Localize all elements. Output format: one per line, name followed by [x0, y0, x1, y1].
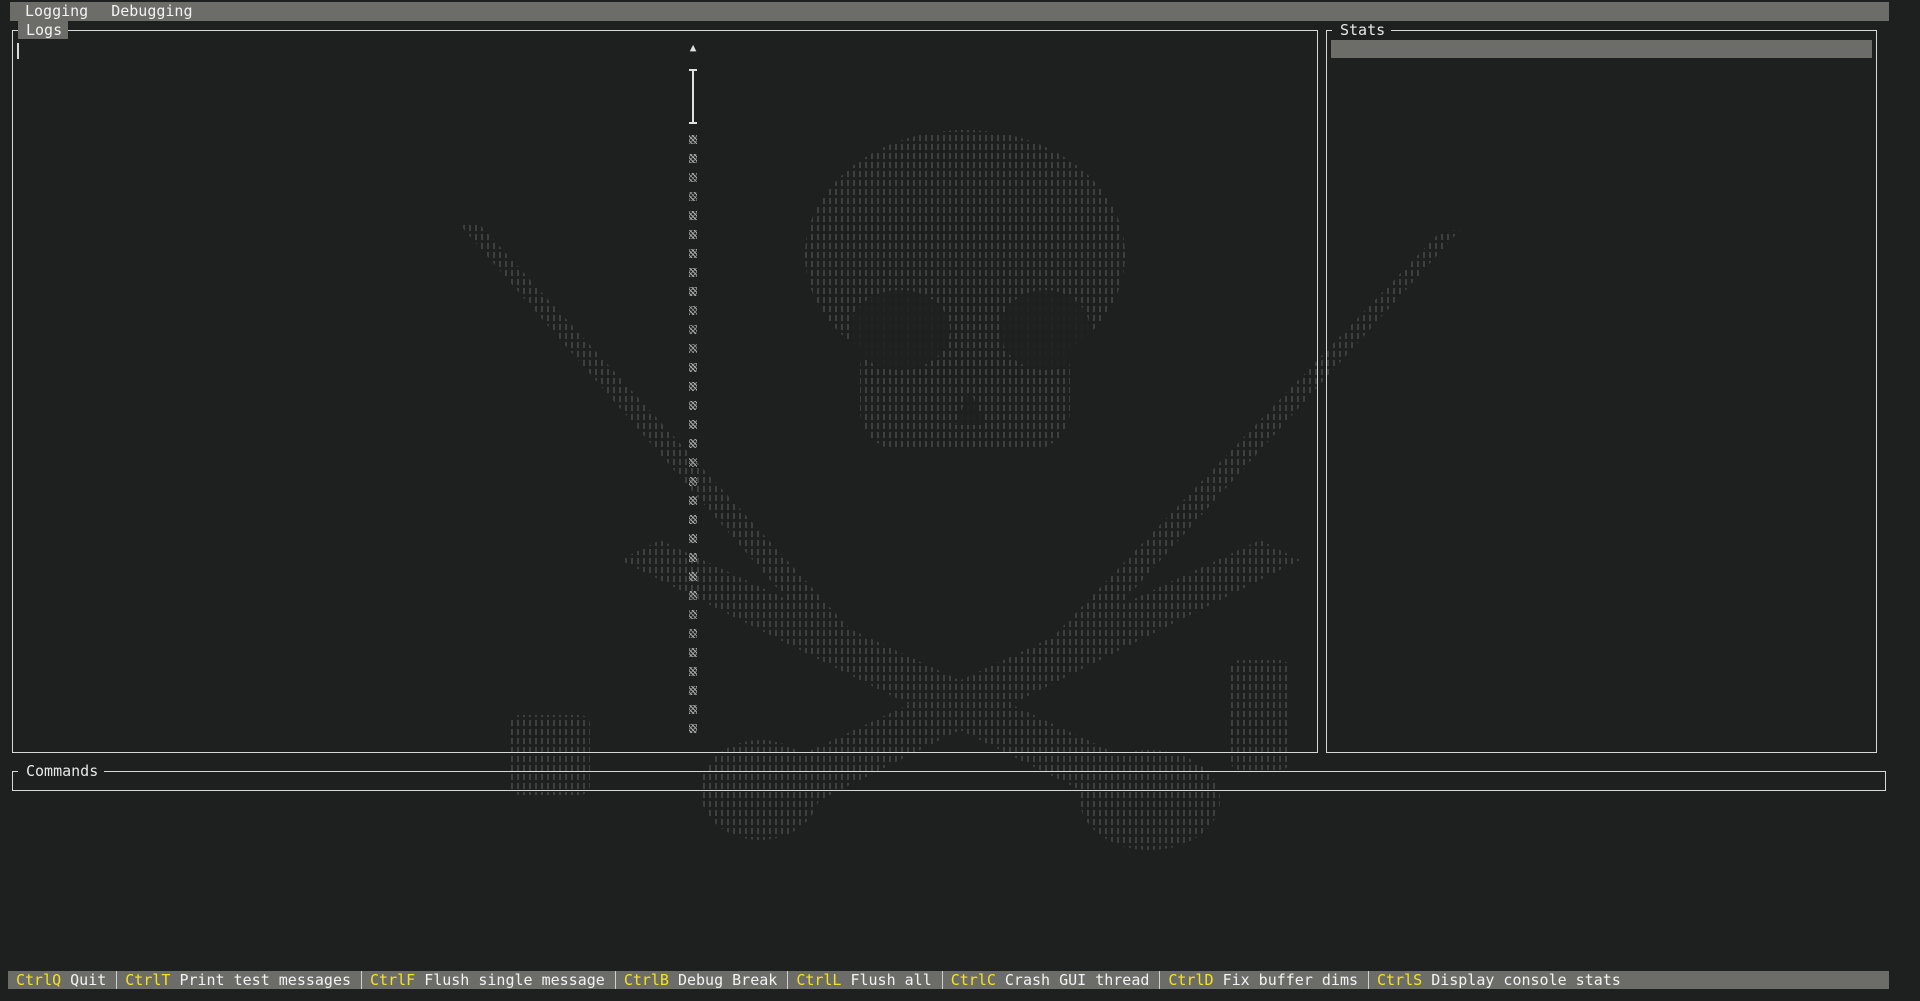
shortcut-key: CtrlF	[370, 971, 416, 989]
menu-bar: Logging Debugging	[10, 2, 1889, 21]
shortcut-label: Fix buffer dims	[1222, 971, 1359, 989]
shortcut-label: Flush all	[850, 971, 932, 989]
shortcut-label: Print test messages	[179, 971, 352, 989]
shortcut-fix-buffer-dims[interactable]: CtrlD Fix buffer dims	[1160, 971, 1370, 989]
shortcut-label: Flush single message	[424, 971, 605, 989]
menu-logging[interactable]: Logging	[10, 2, 96, 21]
shortcut-label: Crash GUI thread	[1004, 971, 1150, 989]
shortcut-key: CtrlS	[1377, 971, 1423, 989]
logs-panel[interactable]: Logs ▲	[12, 21, 1318, 753]
scroll-thumb[interactable]	[689, 69, 697, 124]
logs-panel-title: Logs	[18, 21, 69, 39]
menu-debugging[interactable]: Debugging	[96, 2, 200, 21]
shortcut-key: CtrlB	[623, 971, 669, 989]
commands-input[interactable]: Commands	[12, 762, 1886, 791]
shortcut-label: Debug Break	[677, 971, 778, 989]
shortcut-label: Display console stats	[1431, 971, 1621, 989]
terminal-window: Logging Debugging Logs ▲ Stats Commands …	[0, 0, 1920, 1001]
shortcut-bar: CtrlQ Quit CtrlT Print test messages Ctr…	[8, 971, 1889, 989]
shortcut-flush-single-message[interactable]: CtrlF Flush single message	[362, 971, 616, 989]
scroll-up-arrow-icon[interactable]: ▲	[685, 41, 701, 55]
stats-panel-title: Stats	[1332, 21, 1392, 39]
stats-panel: Stats	[1326, 21, 1877, 753]
text-cursor	[17, 43, 19, 59]
shortcut-debug-break[interactable]: CtrlB Debug Break	[616, 971, 789, 989]
shortcut-display-console-stats[interactable]: CtrlS Display console stats	[1369, 971, 1631, 989]
shortcut-crash-gui-thread[interactable]: CtrlC Crash GUI thread	[943, 971, 1161, 989]
shortcut-quit[interactable]: CtrlQ Quit	[8, 971, 118, 989]
shortcut-key: CtrlT	[125, 971, 171, 989]
shortcut-label: Quit	[70, 971, 107, 989]
stats-selected-row[interactable]	[1331, 40, 1872, 58]
shortcut-print-test-messages[interactable]: CtrlT Print test messages	[117, 971, 363, 989]
shortcut-key: CtrlD	[1168, 971, 1214, 989]
shortcut-key: CtrlL	[796, 971, 842, 989]
shortcut-flush-all[interactable]: CtrlL Flush all	[788, 971, 943, 989]
shortcut-key: CtrlQ	[16, 971, 62, 989]
commands-panel-title: Commands	[18, 762, 105, 780]
shortcut-key: CtrlC	[950, 971, 996, 989]
scroll-track[interactable]	[689, 135, 697, 735]
logs-scrollbar[interactable]: ▲	[685, 41, 701, 746]
